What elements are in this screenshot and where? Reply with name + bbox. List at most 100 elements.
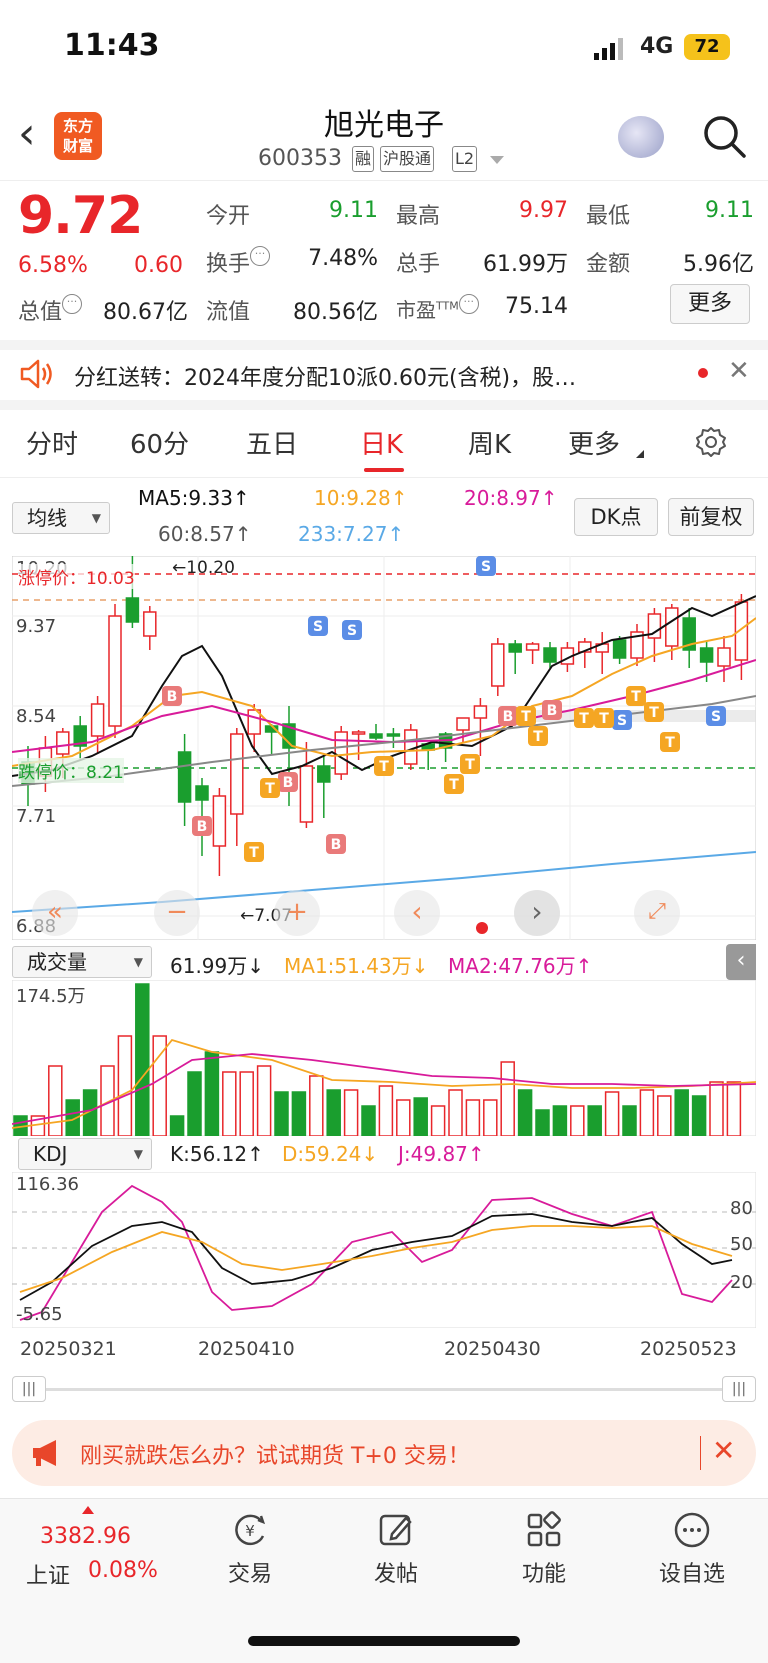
volume-bar [709, 1081, 724, 1136]
volume-bar [117, 1035, 133, 1136]
last-price: 9.72 [18, 186, 143, 246]
trade-signal-text: T [379, 759, 389, 775]
low-label: 最低 [586, 204, 631, 229]
tab-more[interactable]: 更多 [568, 424, 620, 461]
volume-bar [657, 1095, 672, 1136]
adjust-button[interactable]: 前复权 [668, 498, 754, 536]
volume-bar [187, 1071, 202, 1136]
tab-daily-k[interactable]: 日K [360, 424, 403, 461]
date-label: 20250410 [198, 1338, 295, 1360]
volume-bar [517, 1089, 533, 1136]
turnover-value: 7.48% [308, 246, 378, 271]
ma233-value: 233:7.27↑ [298, 522, 405, 546]
tag-dropdown-icon[interactable] [490, 156, 504, 164]
kdj-chart[interactable] [12, 1172, 756, 1328]
search-icon[interactable] [700, 112, 748, 160]
more-dots-icon [674, 1512, 710, 1548]
index-value[interactable]: 3382.96 [40, 1524, 131, 1549]
trade-signal-text: T [579, 711, 589, 727]
candle-body [212, 795, 227, 847]
volume-bar [169, 1115, 185, 1136]
date-label: 20250430 [444, 1338, 541, 1360]
volume-bar [239, 1071, 254, 1136]
range-handle-right[interactable]: ||| [722, 1376, 756, 1402]
info-icon[interactable]: ··· [458, 294, 479, 314]
candle-body [230, 733, 244, 815]
promo-text[interactable]: 刚买就跌怎么办？试试期货 T+0 交易！ [80, 1438, 470, 1470]
next-icon[interactable]: › [514, 890, 560, 936]
dk-point-button[interactable]: DK点 [574, 498, 658, 536]
volume-value: 61.99万 [483, 252, 568, 277]
nav-watchlist[interactable]: 设自选 [642, 1510, 742, 1588]
nav-functions-label: 功能 [521, 1562, 566, 1587]
close-icon[interactable]: ✕ [728, 356, 750, 386]
indicator-select[interactable]: 均线 ▼ [12, 502, 110, 534]
trade-signal-text: T [533, 729, 543, 745]
index-percent[interactable]: 0.08% [88, 1558, 158, 1583]
zoom-out-icon[interactable]: − [154, 890, 200, 936]
current-dot [476, 922, 488, 934]
candle-body [699, 647, 714, 663]
nav-watchlist-label: 设自选 [658, 1562, 725, 1587]
date-label: 20250321 [20, 1338, 117, 1360]
candle-body [386, 733, 401, 737]
volume-bar [570, 1105, 585, 1136]
tab-5day[interactable]: 五日 [246, 424, 298, 461]
gear-icon[interactable] [694, 425, 728, 459]
nav-functions[interactable]: 功能 [494, 1510, 594, 1588]
volume-bar [483, 1099, 498, 1136]
pe-value: 75.14 [505, 294, 568, 319]
volume-label: 总手 [396, 252, 441, 277]
kdj-bottom-label: -5.65 [16, 1304, 63, 1325]
rewind-icon[interactable]: « [32, 890, 78, 936]
range-scrollbar[interactable]: ||| ||| [12, 1376, 756, 1402]
mktcap-label: 总值 ··· [18, 294, 83, 326]
volume-select[interactable]: 成交量 ▼ [12, 946, 152, 978]
candle-body [508, 643, 522, 653]
kline-y-label: 7.71 [16, 806, 57, 827]
ma60-value: 60:8.57↑ [158, 522, 252, 546]
change-amount: 0.60 [134, 253, 183, 278]
dividend-text[interactable]: 分红送转：2024年度分配10派0.60元(含税)，股… [74, 360, 576, 392]
assistant-robot-icon[interactable] [618, 116, 664, 158]
candle-body [456, 717, 470, 731]
kline-chart[interactable]: BBBBB BS SSS STTTTTTTT TTTT [12, 556, 756, 940]
volume-bar [622, 1105, 637, 1136]
range-handle-left[interactable]: ||| [12, 1376, 46, 1402]
tab-weekly-k[interactable]: 周K [468, 424, 511, 461]
zoom-in-icon[interactable]: + [274, 890, 320, 936]
more-button[interactable]: 更多 [670, 284, 750, 324]
candle-body [717, 647, 731, 667]
prev-icon[interactable]: ‹ [394, 890, 440, 936]
volume-chart[interactable] [12, 980, 756, 1136]
volume-bar [430, 1105, 446, 1136]
status-time: 11:43 [64, 28, 160, 63]
close-icon[interactable]: ✕ [712, 1434, 735, 1467]
fullscreen-icon[interactable]: ⤢ [634, 890, 680, 936]
megaphone-icon [33, 1440, 56, 1466]
nav-post[interactable]: 发帖 [346, 1510, 446, 1588]
tab-60min[interactable]: 60分 [130, 424, 189, 461]
index-name[interactable]: 上证 [26, 1558, 70, 1590]
info-icon[interactable]: ··· [250, 246, 271, 266]
speaker-icon [20, 359, 52, 389]
volume-bar [274, 1091, 289, 1136]
volume-bar [343, 1089, 359, 1136]
trade-signal-text: T [649, 705, 659, 721]
pe-label: 市盈TTM ··· [396, 294, 479, 323]
volume-bar [256, 1065, 272, 1136]
info-icon[interactable]: ··· [62, 294, 83, 314]
collapse-panel-icon[interactable]: ‹ [726, 944, 756, 980]
nav-trade[interactable]: ¥ 交易 [200, 1510, 300, 1588]
volume-bar [309, 1075, 324, 1136]
tag-connect: 沪股通 [380, 146, 435, 172]
trade-signal-text: T [631, 689, 641, 705]
kdj-select[interactable]: KDJ ▼ [18, 1138, 152, 1170]
trade-signal-text: T [449, 777, 459, 793]
trade-icon: ¥ [235, 1514, 266, 1546]
unread-dot [698, 368, 708, 378]
tab-intraday[interactable]: 分时 [26, 424, 78, 461]
nav-post-label: 发帖 [373, 1562, 418, 1587]
nav-trade-label: 交易 [227, 1562, 272, 1587]
turnover-label: 换手 ··· [206, 246, 271, 278]
